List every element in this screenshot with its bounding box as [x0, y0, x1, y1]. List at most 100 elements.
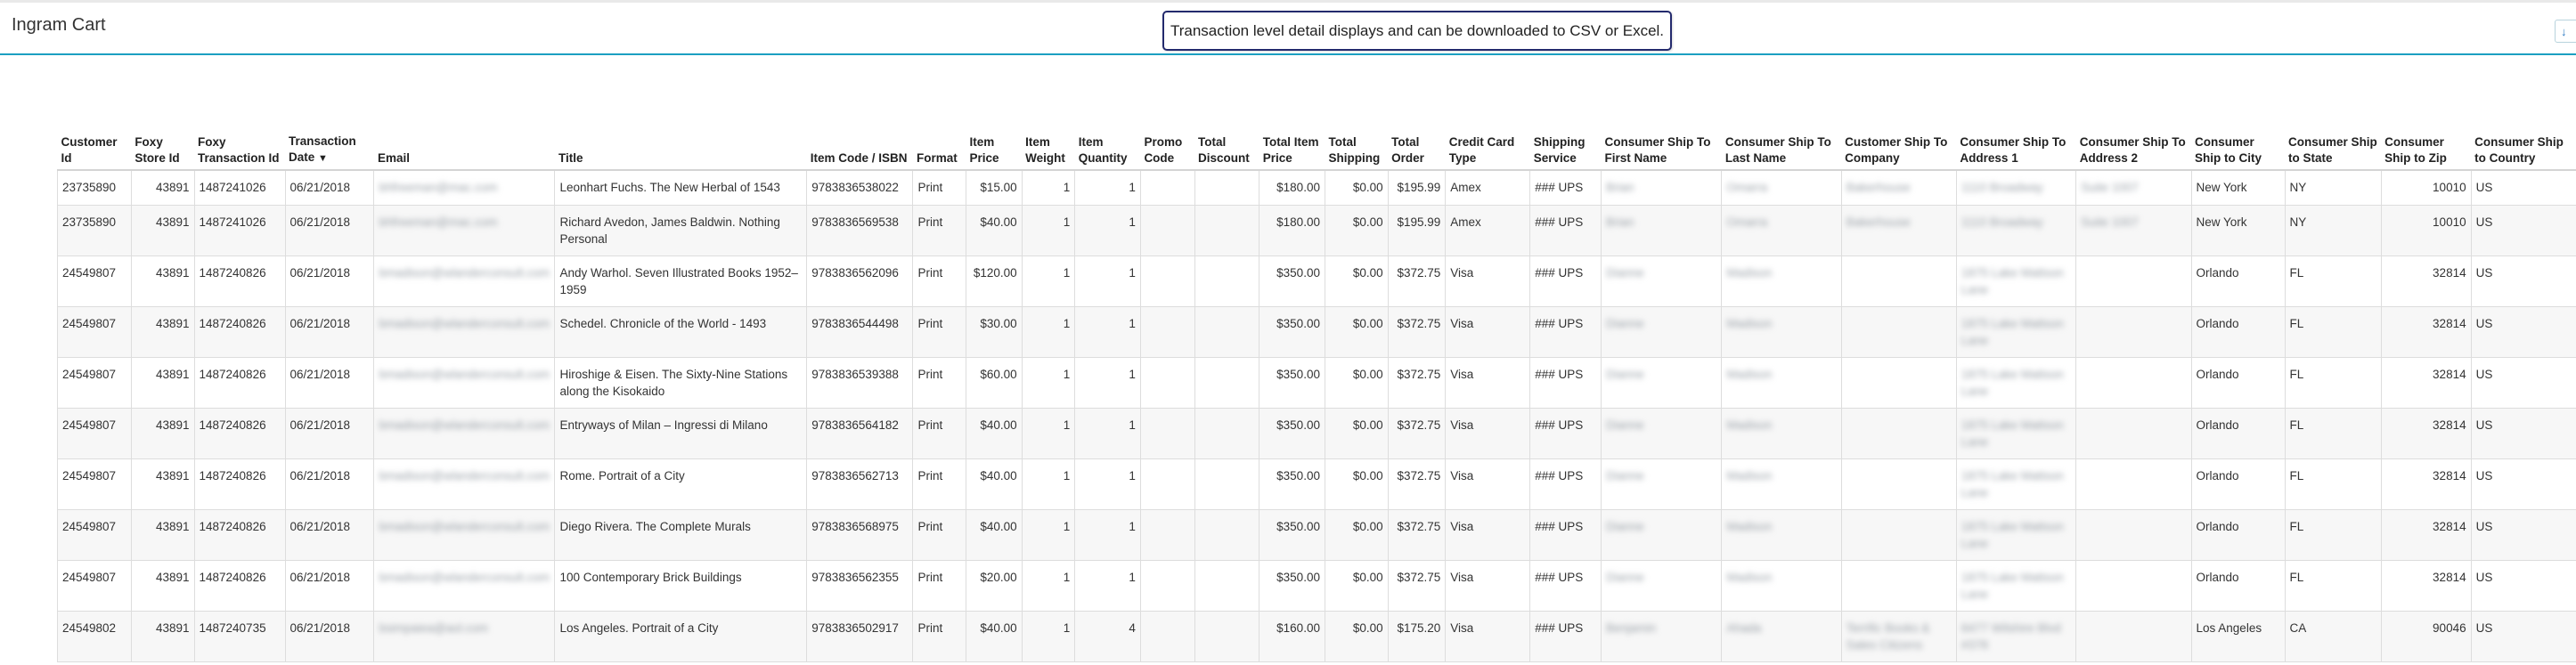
column-header-country[interactable]: Consumer Ship to Country [2471, 109, 2576, 171]
column-header-item-qty[interactable]: Item Quantity [1074, 109, 1141, 171]
column-header-first-name[interactable]: Consumer Ship To First Name [1601, 109, 1722, 171]
cell-value: Los Angeles. Portrait of a City [559, 620, 719, 635]
cell-value: Amex [1450, 181, 1481, 194]
cell-value: 1 [1129, 316, 1136, 330]
cell-card-type: Visa [1445, 611, 1530, 662]
table-row[interactable]: 24549807 43891 1487240826 06/21/2018 bmadiso… [57, 357, 2576, 409]
column-header-ship-service[interactable]: Shipping Service [1529, 109, 1602, 171]
column-header-total-item-price[interactable]: Total Item Price [1259, 109, 1325, 171]
table-row[interactable]: 24549807 43891 1487240826 06/21/2018 bmadiso… [57, 408, 2576, 459]
cell-total-order: $175.20 [1387, 611, 1446, 662]
cell-card-type: Visa [1445, 458, 1530, 510]
cell-last-name: Madison [1721, 255, 1842, 307]
cell-promo [1139, 357, 1195, 409]
cell-value: $350.00 [1276, 570, 1320, 584]
cell-value: 9783836569538 [811, 215, 899, 229]
column-header-store-id[interactable]: Foxy Store Id [131, 109, 194, 171]
column-header-title[interactable]: Title [554, 109, 807, 171]
column-header-zip[interactable]: Consumer Ship to Zip [2381, 109, 2472, 171]
column-header-city[interactable]: Consumer Ship to City [2191, 109, 2286, 171]
cell-value: ### UPS [1535, 215, 1584, 229]
column-header-promo[interactable]: Promo Code [1140, 109, 1195, 171]
cell-title: Schedel. Chronicle of the World - 1493 [554, 306, 807, 358]
cell-value: US [2475, 265, 2493, 280]
table-row[interactable]: 24549807 43891 1487240826 06/21/2018 bmadiso… [57, 458, 2576, 510]
cell-value: Suite 1007 [2081, 215, 2139, 229]
cell-card-type: Visa [1445, 408, 1530, 459]
column-header-total-order[interactable]: Total Order [1388, 109, 1446, 171]
column-header-item-weight[interactable]: Item Weight [1022, 109, 1075, 171]
column-header-address1[interactable]: Consumer Ship To Address 1 [1956, 109, 2076, 171]
cell-txn-id: 1487240735 [193, 611, 285, 662]
cell-address2 [2075, 611, 2192, 662]
sort-descending-icon[interactable]: ▼ [318, 153, 328, 164]
cell-state: FL [2284, 255, 2382, 307]
cell-value: FL [2289, 418, 2304, 432]
cell-value: Terrific Books & Sales Citizens [1846, 620, 1930, 652]
table-row[interactable]: 24549802 43891 1487240735 06/21/2018 bsimpai… [57, 611, 2576, 662]
cell-ship-service: ### UPS [1529, 611, 1602, 662]
cell-company [1840, 560, 1957, 612]
table-row[interactable]: 24549807 43891 1487240826 06/21/2018 bmadiso… [57, 509, 2576, 561]
table-row[interactable]: 23735890 43891 1487241026 06/21/2018 bhfreem… [57, 170, 2576, 206]
column-header-address2[interactable]: Consumer Ship To Address 2 [2075, 109, 2192, 171]
column-header-email[interactable]: Email [373, 109, 555, 171]
cell-item-qty: 1 [1074, 306, 1141, 358]
cell-txn-date: 06/21/2018 [284, 560, 374, 612]
column-header-discount[interactable]: Total Discount [1194, 109, 1259, 171]
cell-value: US [2475, 519, 2493, 533]
cell-card-type: Visa [1445, 509, 1530, 561]
cell-value: Print [917, 265, 943, 280]
cell-store-id: 43891 [130, 509, 194, 561]
cell-value: 1 [1129, 570, 1136, 584]
table-row[interactable]: 24549807 43891 1487240826 06/21/2018 bmadiso… [57, 255, 2576, 307]
column-header-item-price[interactable]: Item Price [966, 109, 1023, 171]
cell-total-shipping: $0.00 [1324, 560, 1389, 612]
cell-value: 1110 Broadway [1961, 181, 2043, 194]
cell-total-shipping: $0.00 [1324, 306, 1389, 358]
column-header-state[interactable]: Consumer Ship to State [2285, 109, 2382, 171]
cell-value: Amex [1450, 215, 1481, 229]
cell-value: ### UPS [1535, 181, 1584, 194]
column-header-txn-date[interactable]: Transaction Date ▼ [285, 109, 374, 171]
column-header-customer-id[interactable]: Customer Id [57, 109, 132, 171]
column-header-total-shipping[interactable]: Total Shipping [1325, 109, 1389, 171]
cell-value: $0.00 [1352, 265, 1383, 280]
cell-value: 1110 Broadway [1961, 215, 2043, 229]
column-header-isbn[interactable]: Item Code / ISBN [806, 109, 913, 171]
column-header-txn-id[interactable]: Foxy Transaction Id [194, 109, 285, 171]
cell-item-qty: 1 [1074, 408, 1141, 459]
cell-first-name: Dianne [1600, 306, 1722, 358]
cell-format: Print [912, 408, 966, 459]
cell-title: Hiroshige & Eisen. The Sixty-Nine Statio… [554, 357, 807, 409]
cell-total-shipping: $0.00 [1324, 170, 1389, 206]
table-row[interactable]: 23735890 43891 1487241026 06/21/2018 bhfreem… [57, 205, 2576, 256]
column-header-label: Consumer Ship to City [2195, 135, 2262, 165]
cell-country: US [2470, 170, 2576, 206]
table-row[interactable]: 24549807 43891 1487240826 06/21/2018 bmadiso… [57, 306, 2576, 358]
cell-value: Orlando [2196, 570, 2239, 584]
download-button[interactable]: ↓ [2555, 20, 2576, 43]
column-header-label: Credit Card Type [1448, 135, 1515, 165]
cell-state: FL [2284, 357, 2382, 409]
cell-value: 1 [1063, 519, 1071, 533]
cell-value: 4 [1129, 620, 1136, 635]
column-header-company[interactable]: Customer Ship To Company [1841, 109, 1957, 171]
cell-zip: 90046 [2380, 611, 2472, 662]
column-header-format[interactable]: Format [912, 109, 966, 171]
cell-item-price: $40.00 [966, 509, 1023, 561]
column-header-card-type[interactable]: Credit Card Type [1445, 109, 1530, 171]
cell-txn-id: 1487240826 [193, 458, 285, 510]
cell-ship-service: ### UPS [1529, 205, 1602, 256]
cell-country: US [2470, 255, 2576, 307]
cell-item-weight: 1 [1021, 306, 1075, 358]
cell-email: bmadison@wlanderconsult.com [373, 306, 555, 358]
cell-value: Visa [1450, 316, 1474, 330]
cell-company [1840, 255, 1957, 307]
cell-ship-service: ### UPS [1529, 408, 1602, 459]
table-row[interactable]: 24549807 43891 1487240826 06/21/2018 bmadiso… [57, 560, 2576, 612]
cell-value: $0.00 [1352, 418, 1383, 432]
column-header-last-name[interactable]: Consumer Ship To Last Name [1721, 109, 1842, 171]
cell-value: $195.99 [1397, 181, 1441, 194]
cell-title: Leonhart Fuchs. The New Herbal of 1543 [554, 170, 807, 206]
